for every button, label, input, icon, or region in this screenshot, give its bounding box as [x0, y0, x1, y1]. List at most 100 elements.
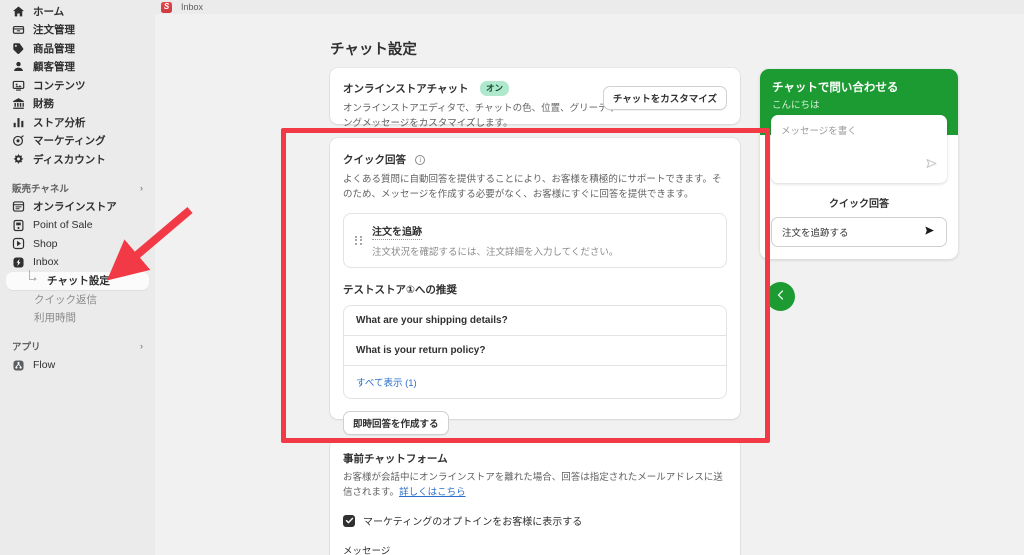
sidebar-label: Shop [33, 237, 58, 250]
card-description: お客様が会話中にオンラインストアを離れた場合、回答は指定されたメールアドレスに送… [343, 471, 727, 500]
finance-bank-icon [12, 97, 25, 110]
sidebar-label: Point of Sale [33, 219, 93, 232]
quick-answers-card: クイック回答 i よくある質問に自動回答を提供することにより、お客様を積極的にサ… [330, 138, 740, 436]
chat-input-placeholder: メッセージを書く [781, 126, 857, 137]
sidebar-label: オンラインストア [33, 201, 117, 214]
content-monitor-icon [12, 79, 25, 92]
chat-message-input[interactable]: メッセージを書く [771, 115, 947, 183]
sidebar-item-finances[interactable]: 財務 [6, 95, 149, 114]
sidebar-label: コンテンツ [33, 79, 86, 92]
sidebar-label: ストア分析 [33, 116, 86, 129]
inbox-icon [12, 256, 25, 269]
chat-collapse-button[interactable] [766, 282, 795, 311]
recommendation-row[interactable]: What is your return policy? [344, 336, 726, 367]
customer-person-icon [12, 60, 25, 73]
status-badge: オン [479, 80, 509, 96]
home-icon [12, 5, 25, 18]
recommendations-title: テストストア①への推奨 [343, 284, 457, 297]
chevron-left-icon [775, 288, 787, 306]
customize-chat-button[interactable]: チャットをカスタマイズ [602, 86, 727, 110]
sidebar-label: ホーム [33, 5, 65, 18]
chat-preview-body: メッセージを書く クイック回答 注文を追跡する [760, 115, 958, 259]
chip-label: 注文を追跡する [782, 228, 849, 239]
sidebar-label: 商品管理 [33, 42, 75, 55]
chat-preview-title: チャットで問い合わせる [772, 82, 899, 94]
online-store-icon [12, 200, 25, 213]
chevron-right-icon: › [140, 182, 143, 193]
topbar-app-name: Inbox [181, 2, 204, 12]
quick-answer-name: 注文を追跡 [372, 223, 422, 241]
sidebar-label: Flow [33, 359, 56, 372]
sidebar-item-quick-replies[interactable]: クイック返信 [6, 290, 149, 309]
sidebar-item-online-store[interactable]: オンラインストア [6, 198, 149, 217]
section-label: アプリ [12, 342, 41, 353]
chevron-right-icon: › [140, 341, 143, 351]
section-label: 販売チャネル [12, 183, 69, 195]
sidebar-item-discounts[interactable]: ディスカウント [6, 150, 149, 169]
send-arrow-icon[interactable] [925, 157, 938, 175]
recommendation-row[interactable]: What are your shipping details? [344, 306, 726, 337]
pos-icon [12, 219, 25, 232]
sidebar-item-analytics[interactable]: ストア分析 [6, 113, 149, 132]
sidebar-item-orders[interactable]: 注文管理 [6, 21, 149, 40]
marketing-target-icon [12, 134, 25, 147]
sidebar-item-content[interactable]: コンテンツ [6, 76, 149, 95]
quick-answer-item[interactable]: 注文を追跡 注文状況を確認するには、注文詳細を入力してください。 [343, 213, 727, 269]
drag-handle-icon[interactable] [355, 235, 362, 245]
chat-preview-subtitle: こんにちは [772, 100, 820, 111]
message-field-label: メッセージ [343, 546, 391, 555]
app-topbar: S Inbox [155, 0, 1024, 14]
create-instant-answer-button[interactable]: 即時回答を作成する [343, 411, 449, 436]
show-all-link[interactable]: すべて表示 (1) [344, 366, 726, 398]
sidebar-label: 利用時間 [34, 312, 76, 325]
sidebar-section-sales-channels[interactable]: 販売チャネル › [12, 181, 143, 195]
orders-box-icon [12, 23, 25, 36]
card-description: よくある質問に自動回答を提供することにより、お客様を積極的にサポートできます。そ… [343, 174, 722, 200]
app-root: S Inbox ホーム 注文管理 商品管理 顧客管理 コンテンツ 財務 ストア分… [0, 0, 1024, 555]
shop-icon [12, 237, 25, 250]
sidebar-item-customers[interactable]: 顧客管理 [6, 58, 149, 77]
card-title: 事前チャットフォーム [343, 453, 448, 465]
sidebar-label: ディスカウント [33, 153, 106, 166]
sidebar-item-home[interactable]: ホーム [6, 2, 149, 21]
chat-quick-answers-label: クイック回答 [829, 199, 889, 210]
sidebar-item-chat-settings[interactable]: チャット設定 [6, 270, 149, 290]
sidebar-label: チャット設定 [47, 275, 110, 288]
send-arrow-icon[interactable] [923, 224, 936, 240]
sidebar-item-flow[interactable]: Flow [6, 356, 149, 375]
marketing-optin-checkbox[interactable] [343, 514, 355, 527]
sidebar-item-inbox[interactable]: Inbox [6, 253, 149, 272]
learn-more-link[interactable]: 詳しくはこちら [399, 487, 466, 498]
quick-answer-desc: 注文状況を確認するには、注文詳細を入力してください。 [372, 247, 619, 259]
tree-branch-icon [26, 270, 39, 287]
main-content: チャット設定 オンラインストアチャット オン オンラインストアエディタで、チャッ… [155, 14, 1024, 555]
sidebar-label: 顧客管理 [33, 61, 75, 74]
sidebar-label: クイック返信 [34, 293, 97, 306]
recommendations-list: What are your shipping details? What is … [343, 305, 727, 400]
marketing-optin-row[interactable]: マーケティングのオプトインをお客様に表示する [343, 513, 727, 528]
sidebar-label: マーケティング [33, 135, 106, 148]
sidebar-section-apps[interactable]: アプリ › [12, 339, 143, 353]
sidebar-label: Inbox [33, 256, 59, 269]
sidebar-label: 財務 [33, 98, 54, 111]
sidebar-item-shop[interactable]: Shop [6, 235, 149, 254]
flow-icon [12, 359, 25, 372]
card-title: オンラインストアチャット [343, 83, 469, 95]
marketing-optin-label: マーケティングのオプトインをお客様に表示する [363, 517, 583, 529]
page-title: チャット設定 [330, 42, 417, 58]
quick-answer-text: 注文を追跡 注文状況を確認するには、注文詳細を入力してください。 [372, 222, 618, 258]
info-circle-icon[interactable]: i [415, 155, 426, 165]
card-title-row: クイック回答 i [343, 150, 727, 168]
sidebar-item-marketing[interactable]: マーケティング [6, 132, 149, 151]
sidebar-item-point-of-sale[interactable]: Point of Sale [6, 216, 149, 235]
sidebar-item-availability[interactable]: 利用時間 [6, 309, 149, 328]
shopify-s-icon: S [161, 1, 172, 13]
analytics-bars-icon [12, 116, 25, 129]
card-description: オンラインストアエディタで、チャットの色、位置、グリーティングメッセージをカスタ… [343, 103, 617, 129]
sidebar-item-products[interactable]: 商品管理 [6, 39, 149, 58]
product-tag-icon [12, 42, 25, 55]
chat-quick-answer-chip[interactable]: 注文を追跡する [771, 217, 947, 247]
sidebar: ホーム 注文管理 商品管理 顧客管理 コンテンツ 財務 ストア分析 マーケティン… [0, 0, 155, 555]
chat-preview-widget: チャットで問い合わせる こんにちは メッセージを書く クイック回答 注文を追跡す… [760, 69, 958, 259]
prechat-form-card: 事前チャットフォーム お客様が会話中にオンラインストアを離れた場合、回答は指定さ… [330, 439, 740, 555]
